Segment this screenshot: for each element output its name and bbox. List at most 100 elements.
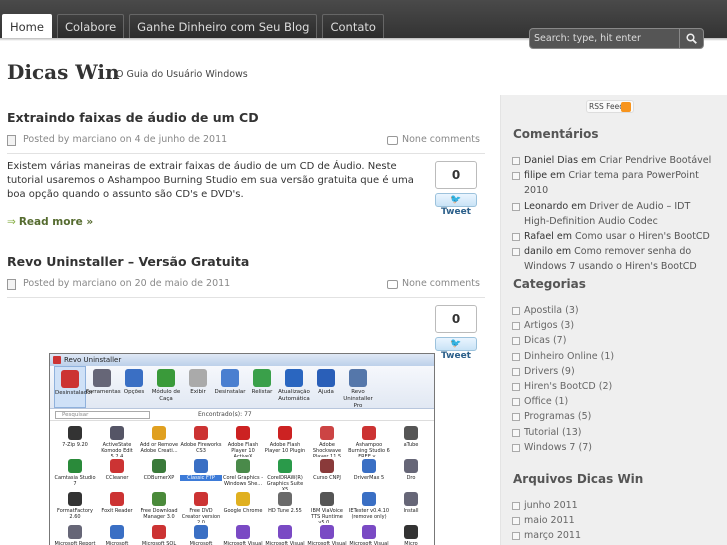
app-item-label: ActiveState Komodo Edit 5.2.4: [101, 442, 133, 457]
screenshot-toolbar-item: Ajuda: [310, 366, 342, 408]
app-item-icon: [362, 459, 376, 473]
screenshot-app-item: FormatFactory 2.60: [54, 490, 96, 523]
category-label: Artigos (3): [524, 320, 575, 332]
tweet-button[interactable]: 🐦 Tweet: [435, 337, 477, 361]
app-item-icon: [110, 459, 124, 473]
nav-tab-ganhe-dinheiro[interactable]: Ganhe Dinheiro com Seu Blog: [129, 14, 318, 38]
category-label: Dicas (7): [524, 335, 567, 347]
categories-list: Apostila (3) Artigos (3) Dicas (7) Dinheiro…: [512, 303, 712, 455]
comment-em: em: [556, 231, 573, 243]
app-item-label: Adobe Shockwave Player 11.5: [312, 442, 342, 457]
comment-item: Rafael em Como usar o Hiren's BootCD: [512, 229, 712, 244]
screenshot-app-item: Add or Remove Adobe Creati...: [138, 424, 180, 457]
read-more-link[interactable]: ⇒ Read more »: [7, 216, 93, 228]
screenshot-app-item: Free DVD Creator version 2.0: [180, 490, 222, 523]
bullet-icon: [512, 172, 520, 181]
app-item-label: DriverMax 5: [353, 475, 385, 481]
app-item-label: Microsoft Visual: [265, 541, 305, 545]
app-item-icon: [194, 426, 208, 440]
bullet-icon: [512, 322, 520, 331]
screenshot-toolbar-item: Opções: [118, 366, 150, 408]
app-item-icon: [152, 525, 166, 539]
bullet-icon: [512, 367, 520, 376]
toolbar-item-label: Desinstalador: [55, 390, 93, 396]
category-item[interactable]: Programas (5): [512, 409, 712, 424]
bullet-icon: [512, 413, 520, 422]
search-button[interactable]: [679, 29, 703, 48]
nav-tab-home[interactable]: Home: [2, 14, 52, 38]
archive-label: junho 2011: [524, 500, 578, 511]
app-item-label: Adobe Fireworks CS3: [180, 442, 222, 454]
category-item[interactable]: Hiren's BootCD (2): [512, 379, 712, 394]
category-item[interactable]: Drivers (9): [512, 364, 712, 379]
app-item-icon: [152, 492, 166, 506]
twitter-bird-icon: 🐦: [450, 195, 462, 205]
bullet-icon: [512, 517, 520, 526]
post-comments-link[interactable]: None comments: [402, 134, 480, 145]
app-item-label: Microsoft Report: [54, 541, 96, 545]
category-item[interactable]: Windows 7 (7): [512, 440, 712, 455]
search-icon: [686, 33, 697, 44]
screenshot-app-item: Micro: [390, 523, 432, 545]
toolbar-item-icon: [61, 370, 79, 388]
comments-widget-title: Comentários: [513, 127, 599, 141]
screenshot-app-item: Classic FTP: [180, 457, 222, 490]
screenshot-toolbar-item: Desinstalador: [54, 366, 93, 408]
screenshot-app-item: Microsoft Visual: [348, 523, 390, 545]
comment-em: em: [556, 246, 572, 258]
screenshot-app-item: Dro: [390, 457, 432, 490]
category-item[interactable]: Dicas (7): [512, 333, 712, 348]
app-item-label: Adobe Flash Player 10 ActiveX: [227, 442, 259, 457]
app-item-label: Corel Graphics - Windows She...: [222, 475, 264, 487]
nav-tab-colabore[interactable]: Colabore: [56, 14, 125, 38]
screenshot-search-row: Pesquisar Encontrado(s): 77: [50, 409, 434, 421]
app-item-label: Adobe Flash Player 10 Plugin: [264, 442, 306, 454]
app-item-label: HD Tune 2.55: [268, 508, 302, 514]
app-item-label: Classic FTP: [180, 475, 222, 481]
category-item[interactable]: Tutorial (13): [512, 425, 712, 440]
tweet-button[interactable]: 🐦 Tweet: [435, 193, 477, 217]
screenshot-app-item: Microsoft: [180, 523, 222, 545]
recent-comments-list: Daniel Dias em Criar Pendrive Bootável fi…: [512, 153, 712, 275]
tweet-widget: 0 🐦 Tweet: [435, 305, 477, 361]
app-item-label: Microsoft SQL: [141, 541, 177, 545]
app-item-label: Add or Remove Adobe Creati...: [139, 442, 179, 454]
revo-uninstaller-screenshot[interactable]: Revo Uninstaller Desinstalador Ferramenta…: [49, 353, 435, 545]
category-item[interactable]: Dinheiro Online (1): [512, 349, 712, 364]
app-item-icon: [404, 492, 418, 506]
category-label: Tutorial (13): [524, 426, 582, 438]
archive-item[interactable]: maio 2011: [512, 513, 712, 528]
app-item-label: Ashampoo Burning Studio 6 FREE v...: [348, 442, 390, 457]
app-item-label: FormatFactory 2.60: [57, 508, 93, 520]
archives-widget-title: Arquivos Dicas Win: [513, 472, 644, 486]
category-item[interactable]: Office (1): [512, 394, 712, 409]
app-item-icon: [278, 492, 292, 506]
app-item-icon: [194, 459, 208, 473]
post-byline: Posted by marciano on 20 de maio de 2011: [23, 278, 231, 289]
app-item-label: CCleaner: [105, 475, 129, 481]
app-item-label: Microsoft: [189, 541, 213, 545]
category-item[interactable]: Apostila (3): [512, 303, 712, 318]
screenshot-app-item: Microsoft: [96, 523, 138, 545]
archive-item[interactable]: março 2011: [512, 528, 712, 543]
app-item-label: Micro: [404, 541, 418, 545]
screenshot-toolbar-item: Desinstalar: [214, 366, 246, 408]
post-comments-link[interactable]: None comments: [402, 278, 480, 289]
screenshot-search-field: Pesquisar: [55, 411, 150, 419]
screenshot-app-item: CDBurnerXP: [138, 457, 180, 490]
search-input[interactable]: [534, 31, 678, 46]
category-item[interactable]: Artigos (3): [512, 318, 712, 333]
screenshot-app-grid: 7-Zip 9.20 ActiveState Komodo Edit 5.2.4 A…: [50, 421, 434, 545]
screenshot-toolbar-item: Atualização Automática: [278, 366, 310, 408]
toolbar-item-icon: [221, 369, 239, 387]
comment-post-link[interactable]: Criar Pendrive Bootável: [599, 155, 711, 166]
nav-tab-contato[interactable]: Contato: [322, 14, 384, 38]
toolbar-item-icon: [157, 369, 175, 387]
rss-feed-link[interactable]: RSS Feed: [586, 100, 634, 113]
site-title[interactable]: Dicas Win: [7, 60, 120, 84]
archive-item[interactable]: junho 2011: [512, 498, 712, 513]
comment-post-link[interactable]: Como usar o Hiren's BootCD: [575, 231, 710, 242]
bullet-icon: [512, 383, 520, 392]
post-title[interactable]: Revo Uninstaller – Versão Gratuita: [7, 254, 249, 269]
post-title[interactable]: Extraindo faixas de áudio de um CD: [7, 110, 259, 125]
